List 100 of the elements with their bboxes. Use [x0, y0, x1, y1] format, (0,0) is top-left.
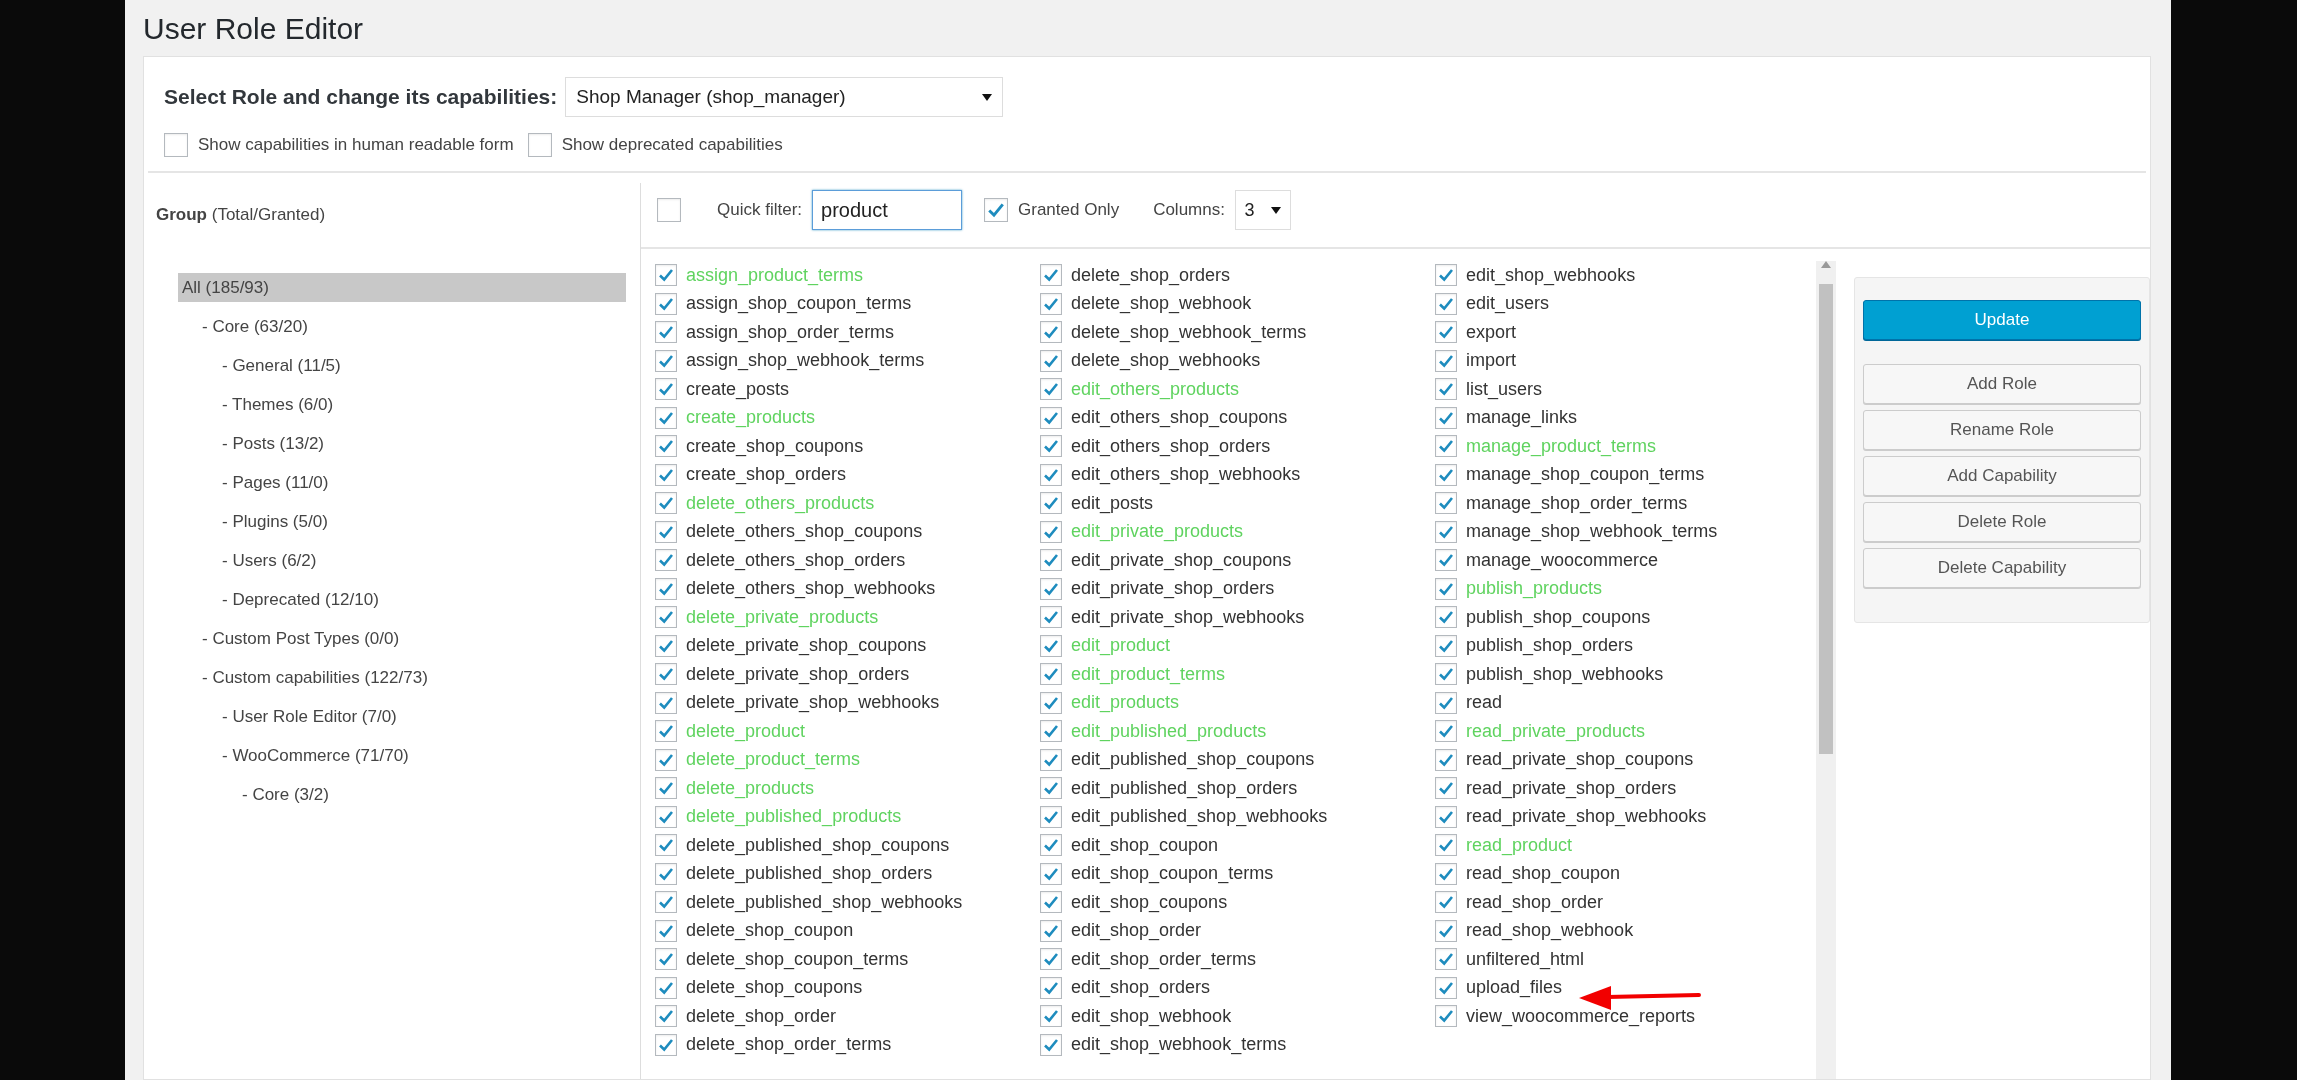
action-button[interactable]: Delete Capability	[1863, 548, 2141, 588]
checkbox[interactable]	[1040, 1033, 1062, 1056]
role-dropdown[interactable]: Shop Manager (shop_manager)	[565, 77, 1004, 117]
tree-item[interactable]: - Posts (13/2)	[178, 429, 626, 458]
checkbox[interactable]	[1040, 378, 1062, 401]
tree-item[interactable]: - Deprecated (12/10)	[178, 585, 626, 614]
checkbox[interactable]	[655, 777, 677, 800]
checkbox[interactable]	[655, 834, 677, 857]
checkbox[interactable]	[1435, 891, 1457, 914]
checkbox[interactable]	[1040, 634, 1062, 657]
checkbox[interactable]	[655, 492, 677, 515]
select-all-checkbox[interactable]	[657, 198, 681, 222]
checkbox[interactable]	[1435, 435, 1457, 458]
tree-item[interactable]: - WooCommerce (71/70)	[178, 741, 626, 770]
checkbox[interactable]	[1435, 1005, 1457, 1028]
checkbox[interactable]	[1435, 492, 1457, 515]
checkbox[interactable]	[1040, 435, 1062, 458]
checkbox[interactable]	[655, 406, 677, 429]
tree-item[interactable]: - Core (63/20)	[178, 312, 626, 341]
checkbox[interactable]	[1040, 805, 1062, 828]
checkbox[interactable]	[1435, 919, 1457, 942]
checkbox[interactable]	[1435, 976, 1457, 999]
checkbox[interactable]	[655, 720, 677, 743]
quick-filter-input[interactable]: product	[812, 190, 963, 230]
checkbox[interactable]	[1435, 777, 1457, 800]
checkbox[interactable]	[655, 748, 677, 771]
checkbox[interactable]	[1040, 264, 1062, 287]
checkbox[interactable]	[1040, 891, 1062, 914]
tree-item[interactable]: - Themes (6/0)	[178, 390, 626, 419]
checkbox[interactable]	[1040, 919, 1062, 942]
checkbox[interactable]	[1040, 748, 1062, 771]
tree-item[interactable]: - Core (3/2)	[178, 780, 626, 809]
checkbox[interactable]	[655, 805, 677, 828]
checkbox[interactable]	[1435, 606, 1457, 629]
checkbox[interactable]	[655, 264, 677, 287]
checkbox[interactable]	[1040, 577, 1062, 600]
action-button[interactable]: Add Capability	[1863, 456, 2141, 496]
action-button[interactable]: Rename Role	[1863, 410, 2141, 450]
checkbox[interactable]	[655, 378, 677, 401]
checkbox[interactable]	[1040, 976, 1062, 999]
checkbox[interactable]	[1435, 834, 1457, 857]
tree-item[interactable]: - Pages (11/0)	[178, 468, 626, 497]
checkbox[interactable]	[1435, 292, 1457, 315]
checkbox[interactable]	[1040, 862, 1062, 885]
checkbox[interactable]	[1435, 321, 1457, 344]
checkbox[interactable]	[1435, 378, 1457, 401]
checkbox[interactable]	[1435, 805, 1457, 828]
checkbox[interactable]	[1435, 549, 1457, 572]
checkbox[interactable]	[655, 463, 677, 486]
checkbox[interactable]	[1435, 349, 1457, 372]
checkbox[interactable]	[1435, 520, 1457, 543]
checkbox[interactable]	[1435, 862, 1457, 885]
tree-item[interactable]: - User Role Editor (7/0)	[178, 702, 626, 731]
checkbox[interactable]	[1040, 520, 1062, 543]
action-button[interactable]: Delete Role	[1863, 502, 2141, 542]
checkbox[interactable]	[1435, 463, 1457, 486]
checkbox[interactable]	[655, 1005, 677, 1028]
checkbox[interactable]	[1435, 948, 1457, 971]
checkbox[interactable]	[1040, 549, 1062, 572]
checkbox[interactable]	[655, 549, 677, 572]
tree-item[interactable]: - General (11/5)	[178, 351, 626, 380]
checkbox[interactable]	[655, 976, 677, 999]
columns-dropdown[interactable]: 3	[1234, 190, 1291, 230]
checkbox[interactable]	[655, 520, 677, 543]
checkbox[interactable]	[1435, 663, 1457, 686]
checkbox[interactable]	[1040, 321, 1062, 344]
tree-item[interactable]: All (185/93)	[178, 273, 626, 302]
checkbox[interactable]	[1040, 948, 1062, 971]
checkbox[interactable]	[655, 663, 677, 686]
tree-item[interactable]: - Custom Post Types (0/0)	[178, 624, 626, 653]
tree-item[interactable]: - Plugins (5/0)	[178, 507, 626, 536]
checkbox[interactable]	[655, 1033, 677, 1056]
checkbox[interactable]	[655, 891, 677, 914]
checkbox[interactable]	[1040, 691, 1062, 714]
action-button[interactable]: Add Role	[1863, 364, 2141, 404]
checkbox[interactable]	[1040, 720, 1062, 743]
checkbox[interactable]	[1040, 606, 1062, 629]
checkbox[interactable]	[655, 691, 677, 714]
checkbox[interactable]	[655, 948, 677, 971]
checkbox[interactable]	[1040, 292, 1062, 315]
checkbox[interactable]	[1435, 577, 1457, 600]
checkbox[interactable]	[1040, 1005, 1062, 1028]
checkbox[interactable]	[1040, 349, 1062, 372]
checkbox[interactable]	[655, 606, 677, 629]
checkbox[interactable]	[655, 577, 677, 600]
tree-item[interactable]: - Custom capabilities (122/73)	[178, 663, 626, 692]
checkbox[interactable]	[1040, 463, 1062, 486]
checkbox[interactable]	[164, 133, 188, 157]
checkbox[interactable]	[1040, 406, 1062, 429]
checkbox[interactable]	[655, 919, 677, 942]
checkbox[interactable]	[1435, 748, 1457, 771]
checkbox[interactable]	[655, 634, 677, 657]
checkbox[interactable]	[1435, 634, 1457, 657]
checkbox[interactable]	[655, 321, 677, 344]
checkbox[interactable]	[655, 862, 677, 885]
checkbox[interactable]	[1435, 691, 1457, 714]
checkbox[interactable]	[655, 292, 677, 315]
scroll-up-icon[interactable]	[1821, 261, 1831, 268]
checkbox[interactable]	[655, 349, 677, 372]
scrollbar[interactable]	[1816, 261, 1836, 1079]
